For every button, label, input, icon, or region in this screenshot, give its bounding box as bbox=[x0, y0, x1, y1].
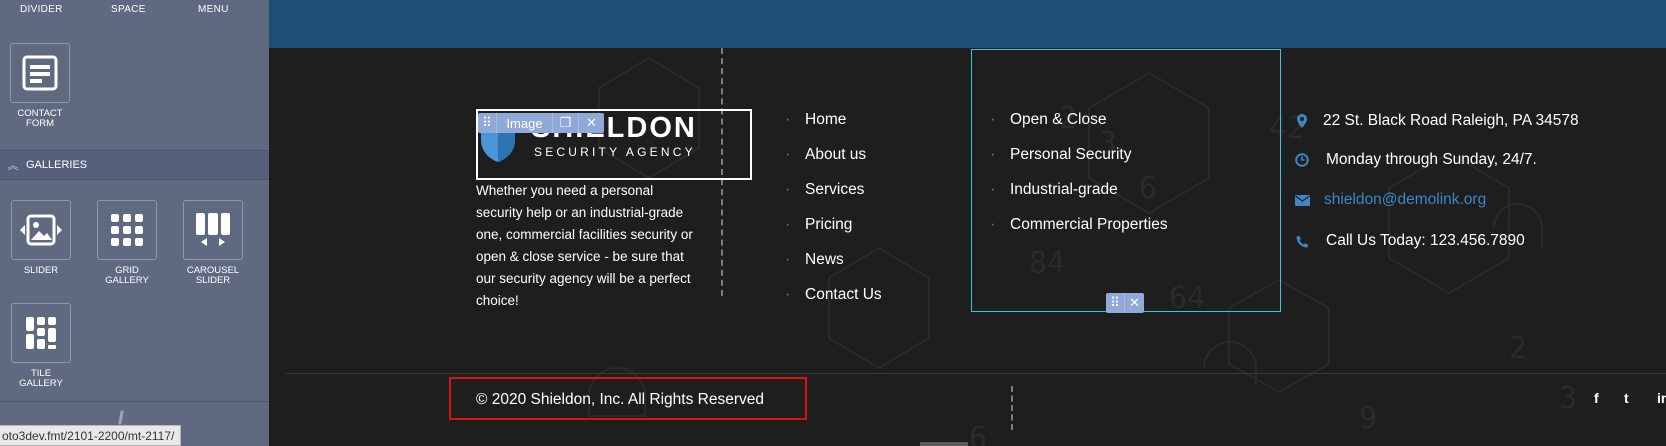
widget-label: TILE GALLERY bbox=[19, 368, 63, 389]
galleries-section-header[interactable]: ︽ GALLERIES bbox=[0, 150, 269, 180]
builder-panel: DIVIDER SPACE MENU CONTACT FORM ︽ GALLER… bbox=[0, 0, 269, 446]
linkedin-icon[interactable]: in bbox=[1657, 390, 1666, 406]
panel-divider bbox=[0, 401, 269, 402]
service-link-label: Industrial-grade bbox=[1010, 181, 1118, 198]
tab-divider[interactable]: DIVIDER bbox=[20, 4, 63, 15]
svg-text:2: 2 bbox=[1509, 331, 1527, 366]
widget-label: CONTACT FORM bbox=[17, 108, 63, 129]
column-divider bbox=[1011, 386, 1013, 430]
contact-form-icon bbox=[10, 43, 70, 103]
contact-address: 22 St. Black Road Raleigh, PA 34578 bbox=[1290, 112, 1579, 130]
footer-link-label: Home bbox=[805, 111, 847, 128]
bullet-icon: · bbox=[785, 286, 791, 303]
grid-gallery-icon bbox=[97, 200, 157, 260]
footer-divider bbox=[286, 373, 1666, 374]
galleries-title: GALLERIES bbox=[26, 159, 88, 171]
widget-slider[interactable]: SLIDER bbox=[1, 200, 81, 276]
carousel-slider-icon bbox=[183, 200, 243, 260]
service-link-industrial[interactable]: · Industrial-grade bbox=[990, 181, 1118, 199]
column-toolbar: ⠿ ✕ bbox=[1106, 293, 1144, 313]
footer-link-label: About us bbox=[805, 146, 867, 163]
footer-link-services[interactable]: · Services bbox=[785, 181, 864, 199]
logo-tagline: SECURITY AGENCY bbox=[534, 145, 696, 159]
collapse-up-icon: ︽ bbox=[7, 160, 19, 172]
bullet-icon: · bbox=[785, 251, 791, 268]
email-link[interactable]: shieldon@demolink.org bbox=[1324, 191, 1486, 209]
bullet-icon: · bbox=[990, 146, 996, 163]
phone-icon bbox=[1290, 235, 1314, 248]
service-link-label: Open & Close bbox=[1010, 111, 1107, 128]
footer-link-pricing[interactable]: · Pricing bbox=[785, 216, 852, 234]
service-link-open-close[interactable]: · Open & Close bbox=[990, 111, 1107, 129]
phone-text: Call Us Today: 123.456.7890 bbox=[1326, 232, 1525, 249]
top-section-band bbox=[269, 0, 1666, 48]
bullet-icon: · bbox=[990, 216, 996, 233]
service-link-label: Commercial Properties bbox=[1010, 216, 1168, 233]
footer-link-label: News bbox=[805, 251, 844, 268]
close-icon[interactable]: ✕ bbox=[1124, 293, 1144, 313]
about-paragraph: Whether you need a personal security hel… bbox=[476, 183, 693, 308]
twitter-icon[interactable]: t bbox=[1624, 390, 1629, 406]
drag-handle-icon[interactable]: ⠿ bbox=[478, 113, 496, 133]
bullet-icon: · bbox=[785, 111, 791, 128]
bullet-icon: · bbox=[785, 181, 791, 198]
facebook-icon[interactable]: f bbox=[1594, 390, 1599, 406]
service-link-personal[interactable]: · Personal Security bbox=[990, 146, 1131, 164]
service-link-label: Personal Security bbox=[1010, 146, 1132, 163]
address-text: 22 St. Black Road Raleigh, PA 34578 bbox=[1323, 112, 1579, 129]
site-canvas: 236 42 84 64 239 6 ⠿ ✕ SHIELDON SECURITY A… bbox=[269, 0, 1666, 446]
widget-carousel-slider[interactable]: CAROUSEL SLIDER bbox=[173, 200, 253, 286]
bullet-icon: · bbox=[785, 146, 791, 163]
widget-label: GRID GALLERY bbox=[105, 265, 149, 286]
slider-icon bbox=[11, 200, 71, 260]
widget-tile-gallery[interactable]: TILE GALLERY bbox=[1, 303, 81, 389]
envelope-icon bbox=[1290, 194, 1314, 206]
footer-link-about[interactable]: · About us bbox=[785, 146, 866, 164]
map-pin-icon bbox=[1290, 114, 1314, 128]
footer-link-label: Pricing bbox=[805, 216, 853, 233]
bullet-icon: · bbox=[990, 181, 996, 198]
svg-text:9: 9 bbox=[1359, 401, 1377, 436]
tab-space[interactable]: SPACE bbox=[111, 4, 146, 15]
service-link-commercial[interactable]: · Commercial Properties bbox=[990, 216, 1168, 234]
widget-contact-form[interactable]: CONTACT FORM bbox=[0, 43, 80, 129]
widget-label: SLIDER bbox=[23, 265, 59, 276]
bullet-icon: · bbox=[785, 216, 791, 233]
drag-handle-icon[interactable]: ⠿ bbox=[1106, 293, 1124, 313]
tab-menu[interactable]: MENU bbox=[198, 4, 229, 15]
bullet-icon: · bbox=[990, 111, 996, 128]
footer-link-news[interactable]: · News bbox=[785, 251, 844, 269]
horizontal-scrollbar-thumb[interactable] bbox=[920, 442, 968, 446]
copyright-text: © 2020 Shieldon, Inc. All Rights Reserve… bbox=[476, 391, 764, 408]
contact-phone: Call Us Today: 123.456.7890 bbox=[1290, 232, 1525, 250]
widget-grid-gallery[interactable]: GRID GALLERY bbox=[87, 200, 167, 286]
svg-text:3: 3 bbox=[1559, 381, 1577, 416]
footer-link-contact[interactable]: · Contact Us bbox=[785, 286, 882, 304]
widget-label: CAROUSEL SLIDER bbox=[186, 265, 240, 286]
footer-link-label: Contact Us bbox=[805, 286, 882, 303]
duplicate-icon[interactable]: ❐ bbox=[552, 113, 578, 133]
tile-gallery-icon bbox=[11, 303, 71, 363]
close-icon[interactable]: ✕ bbox=[578, 113, 604, 133]
footer-link-label: Services bbox=[805, 181, 865, 198]
contact-email[interactable]: shieldon@demolink.org bbox=[1290, 191, 1486, 209]
image-toolbar-label[interactable]: Image bbox=[496, 113, 552, 133]
hours-text: Monday through Sunday, 24/7. bbox=[1326, 151, 1537, 168]
svg-text:6: 6 bbox=[969, 421, 987, 446]
clock-icon bbox=[1290, 153, 1314, 167]
footer-link-home[interactable]: · Home bbox=[785, 111, 846, 129]
status-bar-url: oto3dev.fmt/2101-2200/mt-2117/ bbox=[0, 425, 182, 446]
contact-hours: Monday through Sunday, 24/7. bbox=[1290, 151, 1537, 169]
image-toolbar: ⠿ Image ❐ ✕ bbox=[478, 113, 604, 133]
